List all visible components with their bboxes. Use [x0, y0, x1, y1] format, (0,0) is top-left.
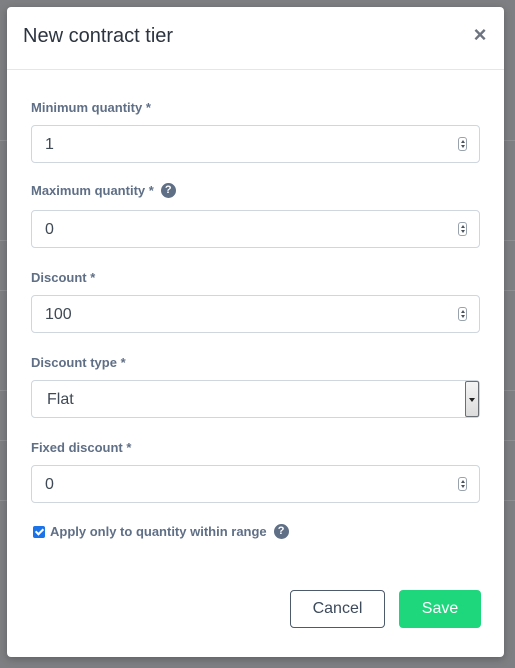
- discount-label: Discount *: [31, 270, 95, 285]
- new-contract-tier-modal: New contract tier × Minimum quantity * 1…: [7, 7, 504, 657]
- fixed-discount-value: 0: [45, 476, 54, 493]
- discount-value: 100: [45, 306, 72, 323]
- max-quantity-label-text: Maximum quantity *: [31, 183, 154, 198]
- save-button[interactable]: Save: [399, 590, 481, 628]
- discount-label-text: Discount *: [31, 270, 96, 285]
- stepper-icon[interactable]: [458, 222, 467, 236]
- min-quantity-label-text: Minimum quantity *: [31, 100, 151, 115]
- chevron-down-icon[interactable]: [465, 381, 479, 417]
- stepper-icon[interactable]: [458, 307, 467, 321]
- apply-within-range-row: Apply only to quantity within range ?: [33, 524, 289, 539]
- fixed-discount-label-text: Fixed discount *: [31, 440, 132, 455]
- discount-type-value: Flat: [47, 391, 74, 408]
- min-quantity-label: Minimum quantity *: [31, 100, 151, 115]
- stepper-icon[interactable]: [458, 137, 467, 151]
- discount-type-select[interactable]: Flat: [31, 380, 480, 418]
- max-quantity-label: Maximum quantity * ?: [31, 183, 176, 198]
- max-quantity-value: 0: [45, 221, 54, 238]
- max-quantity-input[interactable]: 0: [31, 210, 480, 248]
- apply-within-range-label[interactable]: Apply only to quantity within range: [50, 524, 267, 539]
- discount-input[interactable]: 100: [31, 295, 480, 333]
- discount-type-label: Discount type *: [31, 355, 126, 370]
- stepper-icon[interactable]: [458, 477, 467, 491]
- fixed-discount-label: Fixed discount *: [31, 440, 131, 455]
- modal-title: New contract tier: [23, 25, 174, 47]
- question-circle-icon[interactable]: ?: [273, 524, 289, 539]
- apply-within-range-checkbox[interactable]: [33, 525, 45, 538]
- modal-header: New contract tier ×: [7, 7, 504, 70]
- fixed-discount-input[interactable]: 0: [31, 465, 480, 503]
- question-circle-icon[interactable]: ?: [160, 183, 176, 198]
- min-quantity-value: 1: [45, 136, 54, 153]
- cancel-button[interactable]: Cancel: [290, 590, 385, 628]
- close-icon[interactable]: ×: [470, 23, 490, 47]
- discount-type-label-text: Discount type *: [31, 355, 126, 370]
- min-quantity-input[interactable]: 1: [31, 125, 480, 163]
